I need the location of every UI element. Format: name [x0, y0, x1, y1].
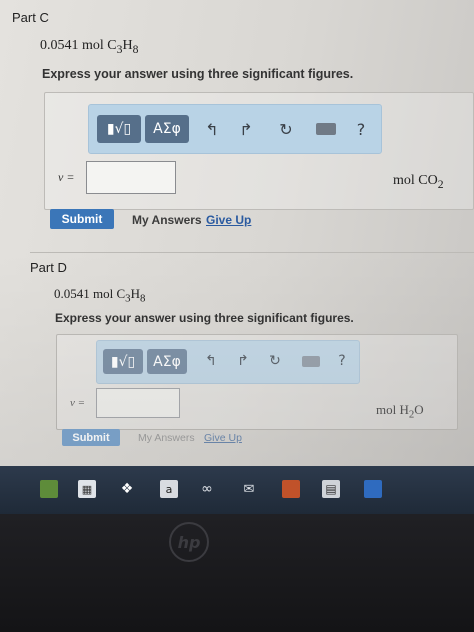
redo-icon[interactable]: ↱: [233, 350, 253, 372]
calendar-icon[interactable]: ▦: [78, 480, 96, 498]
part-d-give-up-link[interactable]: Give Up: [204, 432, 242, 444]
keyboard-icon[interactable]: [313, 119, 339, 139]
question-quantity: 0.0541 mol C: [40, 38, 117, 53]
mail-icon[interactable]: ✉: [240, 480, 258, 498]
part-c-variable-label: ν =: [58, 170, 75, 184]
part-c-instruction: Express your answer using three signific…: [42, 67, 354, 81]
reset-icon[interactable]: ↻: [265, 350, 285, 372]
reset-icon[interactable]: ↻: [275, 117, 297, 141]
part-divider: [30, 252, 474, 253]
unit-subscript: 2: [437, 177, 444, 191]
word-icon[interactable]: [364, 480, 382, 498]
part-d-question: 0.0541 mol C3H8: [54, 286, 145, 305]
part-d-instruction: Express your answer using three signific…: [55, 311, 354, 325]
taskbar: ▦ ❖ a ∞ ✉ ▤: [0, 466, 474, 514]
part-c-question: 0.0541 mol C3H8: [40, 38, 138, 56]
calculator-icon[interactable]: ▤: [322, 480, 340, 498]
infinity-icon[interactable]: ∞: [198, 480, 216, 498]
question-element: H: [130, 286, 140, 301]
part-c-math-toolbar: ▮√▯ ΑΣφ ↰ ↱ ↻ ?: [88, 104, 382, 154]
help-button[interactable]: ?: [333, 350, 351, 372]
unit-text: O: [414, 402, 424, 417]
question-element: H: [122, 38, 133, 53]
question-subscript: 8: [139, 292, 146, 305]
part-d-variable-label: ν =: [70, 397, 86, 409]
part-d-math-toolbar: ▮√▯ ΑΣφ ↰ ↱ ↻ ?: [96, 340, 360, 384]
undo-icon[interactable]: ↰: [201, 350, 221, 372]
part-d-submit-button[interactable]: Submit: [62, 429, 120, 446]
part-c-answer-input[interactable]: [86, 161, 176, 194]
part-c-my-answers-link[interactable]: My Answers: [132, 213, 202, 227]
question-subscript: 8: [132, 42, 139, 56]
part-c-title: Part C: [12, 10, 49, 25]
store-icon[interactable]: a: [160, 480, 178, 498]
part-c-submit-button[interactable]: Submit: [50, 209, 114, 229]
symbols-button[interactable]: ΑΣφ: [147, 349, 187, 374]
part-d-title: Part D: [30, 260, 67, 275]
part-d-answer-input[interactable]: [96, 388, 180, 418]
screen: Part C 0.0541 mol C3H8 Express your answ…: [0, 0, 474, 470]
dropbox-icon[interactable]: ❖: [118, 480, 136, 498]
minecraft-icon[interactable]: [40, 480, 58, 498]
help-button[interactable]: ?: [351, 117, 371, 141]
undo-icon[interactable]: ↰: [201, 117, 223, 141]
keyboard-icon[interactable]: [299, 352, 323, 370]
question-quantity: 0.0541 mol C: [54, 286, 126, 301]
symbols-button[interactable]: ΑΣφ: [145, 115, 189, 143]
templates-button[interactable]: ▮√▯: [103, 349, 143, 374]
unit-text: mol CO: [393, 173, 438, 188]
redo-icon[interactable]: ↱: [235, 117, 257, 141]
part-d-unit: mol H2O: [376, 402, 424, 421]
unit-text: mol H: [376, 402, 409, 417]
hp-logo-icon: hp: [169, 522, 209, 562]
part-c-give-up-link[interactable]: Give Up: [206, 213, 251, 227]
part-c-unit: mol CO2: [393, 173, 444, 191]
templates-button[interactable]: ▮√▯: [97, 115, 141, 143]
part-d-my-answers-link[interactable]: My Answers: [138, 432, 195, 444]
laptop-bezel: [0, 514, 474, 632]
powerpoint-icon[interactable]: [282, 480, 300, 498]
